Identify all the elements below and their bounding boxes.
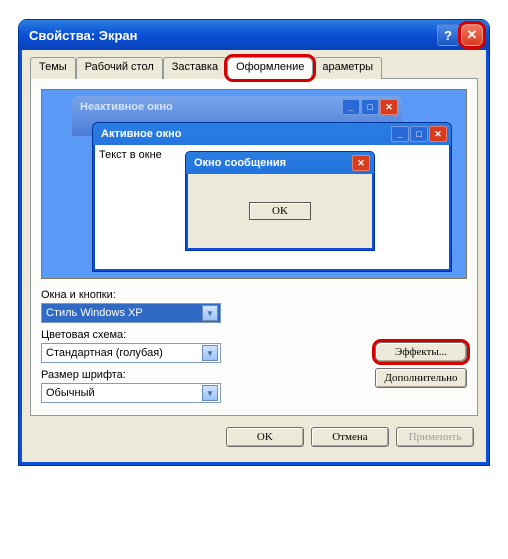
tab-desktop[interactable]: Рабочий стол (76, 57, 163, 79)
appearance-panel: Неактивное окно _ □ ✕ Активное окно _ □ (30, 78, 478, 416)
preview-window-text: Текст в окне (99, 149, 162, 161)
tab-screensaver[interactable]: Заставка (163, 57, 227, 79)
advanced-button[interactable]: Дополнительно (375, 368, 467, 388)
minimize-icon: _ (342, 99, 360, 115)
minimize-icon: _ (391, 126, 409, 142)
color-scheme-combo[interactable]: Стандартная (голубая) ▼ (41, 343, 221, 363)
apply-button[interactable]: Применить (396, 427, 474, 447)
windows-buttons-combo[interactable]: Стиль Windows XP ▼ (41, 303, 221, 323)
titlebar[interactable]: Свойства: Экран ? ✕ (19, 20, 489, 50)
maximize-icon: □ (361, 99, 379, 115)
tabstrip: Темы Рабочий стол Заставка Оформление ар… (30, 57, 478, 79)
tab-themes[interactable]: Темы (30, 57, 76, 79)
windows-buttons-value: Стиль Windows XP (46, 307, 143, 319)
chevron-down-icon: ▼ (202, 385, 218, 401)
maximize-icon: □ (410, 126, 428, 142)
help-button[interactable]: ? (437, 24, 459, 46)
window-title: Свойства: Экран (29, 28, 435, 43)
font-size-value: Обычный (46, 387, 95, 399)
client-area: Темы Рабочий стол Заставка Оформление ар… (19, 50, 489, 465)
color-scheme-value: Стандартная (голубая) (46, 347, 163, 359)
close-icon: ✕ (429, 126, 447, 142)
preview-inactive-title: Неактивное окно (80, 101, 342, 113)
display-properties-window: Свойства: Экран ? ✕ Темы Рабочий стол За… (19, 20, 489, 465)
preview-active-title: Активное окно (101, 128, 391, 140)
close-icon: ✕ (352, 155, 370, 171)
ok-button[interactable]: OK (226, 427, 304, 447)
preview-message-box: Окно сообщения ✕ OK (185, 151, 375, 251)
preview-ok-button: OK (249, 202, 311, 220)
chevron-down-icon: ▼ (202, 305, 218, 321)
font-size-combo[interactable]: Обычный ▼ (41, 383, 221, 403)
effects-button[interactable]: Эффекты... (375, 342, 467, 362)
tab-settings[interactable]: араметры (313, 57, 382, 79)
preview-active-window: Активное окно _ □ ✕ Текст в окне Окно со… (92, 122, 452, 272)
dialog-buttons: OK Отмена Применить (30, 416, 478, 454)
close-icon: ✕ (380, 99, 398, 115)
cancel-button[interactable]: Отмена (311, 427, 389, 447)
chevron-down-icon: ▼ (202, 345, 218, 361)
tab-appearance[interactable]: Оформление (227, 57, 313, 79)
preview-message-title: Окно сообщения (194, 157, 352, 169)
windows-buttons-label: Окна и кнопки: (41, 289, 467, 301)
close-button[interactable]: ✕ (461, 24, 483, 46)
preview-area: Неактивное окно _ □ ✕ Активное окно _ □ (41, 89, 467, 279)
